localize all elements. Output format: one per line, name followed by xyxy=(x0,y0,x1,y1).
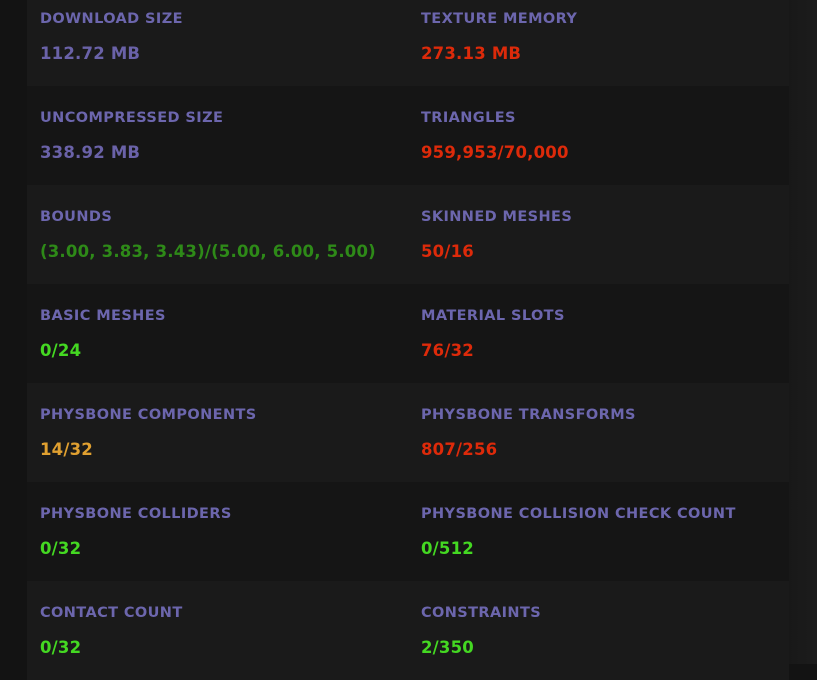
stat-value: 273.13 MB xyxy=(421,44,522,63)
stat-value: 0/32 xyxy=(40,539,82,558)
stat-label: MATERIAL SLOTS xyxy=(421,308,565,324)
stat-physbone-colliders: PHYSBONE COLLIDERS 0/32 xyxy=(27,482,408,581)
stat-physbone-transforms: PHYSBONE TRANSFORMS 807/256 xyxy=(408,383,789,482)
stats-row: DOWNLOAD SIZE 112.72 MB TEXTURE MEMORY 273.… xyxy=(27,0,789,86)
stat-label: UNCOMPRESSED SIZE xyxy=(40,110,224,126)
stat-value: (3.00, 3.83, 3.43)/(5.00, 6.00, 5.00) xyxy=(40,242,376,261)
stats-row: CONTACT COUNT 0/32 CONSTRAINTS 2/350 xyxy=(27,581,789,680)
stat-texture-memory: TEXTURE MEMORY 273.13 MB xyxy=(408,0,789,86)
stat-physbone-components: PHYSBONE COMPONENTS 14/32 xyxy=(27,383,408,482)
stat-value: 0/512 xyxy=(421,539,474,558)
stat-value: 0/24 xyxy=(40,341,82,360)
stats-row: BASIC MESHES 0/24 MATERIAL SLOTS 76/32 xyxy=(27,284,789,383)
stat-value: 50/16 xyxy=(421,242,474,261)
stat-uncompressed-size: UNCOMPRESSED SIZE 338.92 MB xyxy=(27,86,408,185)
stat-label: TEXTURE MEMORY xyxy=(421,11,578,27)
stat-value: 959,953/70,000 xyxy=(421,143,569,162)
stat-label: PHYSBONE COLLIDERS xyxy=(40,506,232,522)
performance-stats-panel: DOWNLOAD SIZE 112.72 MB TEXTURE MEMORY 273.… xyxy=(27,0,789,680)
stat-label: BOUNDS xyxy=(40,209,113,225)
stats-row: BOUNDS (3.00, 3.83, 3.43)/(5.00, 6.00, 5.… xyxy=(27,185,789,284)
stat-triangles: TRIANGLES 959,953/70,000 xyxy=(408,86,789,185)
stat-label: DOWNLOAD SIZE xyxy=(40,11,183,27)
stat-label: CONTACT COUNT xyxy=(40,605,183,621)
stat-basic-meshes: BASIC MESHES 0/24 xyxy=(27,284,408,383)
stats-row: PHYSBONE COMPONENTS 14/32 PHYSBONE TRANSFO… xyxy=(27,383,789,482)
stats-row: UNCOMPRESSED SIZE 338.92 MB TRIANGLES 959,9… xyxy=(27,86,789,185)
stat-bounds: BOUNDS (3.00, 3.83, 3.43)/(5.00, 6.00, 5.… xyxy=(27,185,408,284)
stat-label: TRIANGLES xyxy=(421,110,516,126)
stat-value: 112.72 MB xyxy=(40,44,141,63)
stat-contact-count: CONTACT COUNT 0/32 xyxy=(27,581,408,680)
stat-label: CONSTRAINTS xyxy=(421,605,542,621)
stat-label: PHYSBONE TRANSFORMS xyxy=(421,407,636,423)
stat-physbone-collision-check-count: PHYSBONE COLLISION CHECK COUNT 0/512 xyxy=(408,482,789,581)
stat-value: 338.92 MB xyxy=(40,143,141,162)
stat-skinned-meshes: SKINNED MESHES 50/16 xyxy=(408,185,789,284)
stat-material-slots: MATERIAL SLOTS 76/32 xyxy=(408,284,789,383)
stat-constraints: CONSTRAINTS 2/350 xyxy=(408,581,789,680)
stat-value: 76/32 xyxy=(421,341,474,360)
stats-row: PHYSBONE COLLIDERS 0/32 PHYSBONE COLLISION… xyxy=(27,482,789,581)
stat-label: BASIC MESHES xyxy=(40,308,166,324)
stat-label: PHYSBONE COMPONENTS xyxy=(40,407,257,423)
stat-label: PHYSBONE COLLISION CHECK COUNT xyxy=(421,506,736,522)
stat-label: SKINNED MESHES xyxy=(421,209,573,225)
stat-value: 807/256 xyxy=(421,440,498,459)
stat-value: 0/32 xyxy=(40,638,82,657)
stat-value: 14/32 xyxy=(40,440,93,459)
stat-download-size: DOWNLOAD SIZE 112.72 MB xyxy=(27,0,408,86)
stat-value: 2/350 xyxy=(421,638,474,657)
